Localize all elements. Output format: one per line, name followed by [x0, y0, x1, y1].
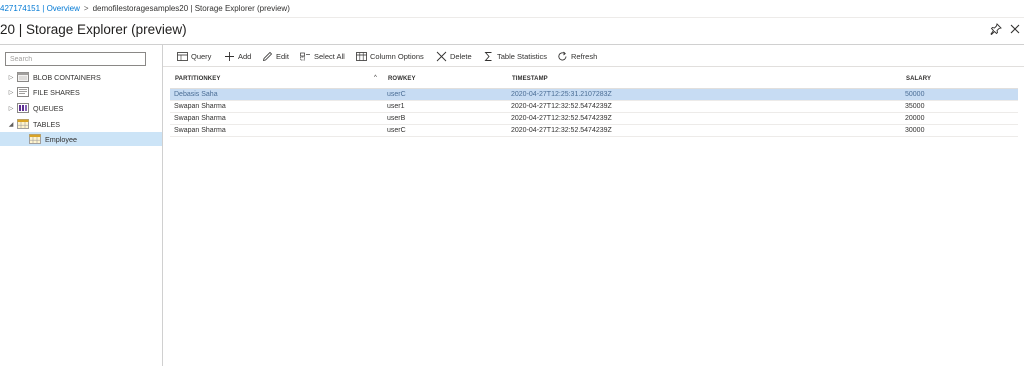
tree-item-label: Employee — [45, 134, 77, 144]
entity-grid: PARTITIONKEY ^ ROWKEY TIMESTAMP SALARY D… — [170, 69, 1018, 137]
cell-rowkey: userB — [387, 115, 406, 122]
cell-rowkey: userC — [387, 91, 406, 98]
add-label: Add — [238, 51, 252, 61]
table-row[interactable]: Swapan Sharma userC 2020-04-27T12:32:52.… — [170, 125, 1018, 137]
expand-arrow-icon[interactable]: ▷ — [6, 89, 16, 96]
table-item-icon — [29, 134, 41, 144]
cell-partitionkey: Swapan Sharma — [174, 127, 226, 134]
sigma-icon — [483, 51, 494, 62]
table-row[interactable]: Debasis Saha userC 2020-04-27T12:25:31.2… — [170, 89, 1018, 101]
queue-icon — [17, 103, 29, 113]
refresh-label: Refresh — [571, 51, 598, 61]
column-options-icon — [356, 51, 367, 62]
tree-item-label: TABLES — [33, 119, 61, 129]
cell-partitionkey: Swapan Sharma — [174, 115, 226, 122]
plus-icon — [224, 51, 235, 62]
breadcrumb-current: demofilestoragesamples20 | Storage Explo… — [92, 4, 290, 13]
cell-timestamp: 2020-04-27T12:32:52.5474239Z — [511, 127, 612, 134]
table-statistics-button[interactable]: Table Statistics — [483, 49, 547, 63]
blade-header: 20 | Storage Explorer (preview) — [0, 17, 1024, 43]
sort-ascending-icon[interactable]: ^ — [374, 75, 377, 81]
cell-rowkey: userC — [387, 127, 406, 134]
edit-label: Edit — [276, 51, 289, 61]
column-header-partitionkey[interactable]: PARTITIONKEY — [175, 76, 220, 82]
cell-rowkey: user1 — [387, 103, 405, 110]
table-editor-panel: Query Add Edit Select All Column Options — [163, 44, 1024, 366]
blob-container-icon — [17, 72, 29, 82]
refresh-button[interactable]: Refresh — [557, 49, 597, 63]
breadcrumb-separator: > — [83, 4, 89, 13]
cell-partitionkey: Swapan Sharma — [174, 103, 226, 110]
delete-x-icon — [436, 51, 447, 62]
table-row[interactable]: Swapan Sharma userB 2020-04-27T12:32:52.… — [170, 113, 1018, 125]
table-statistics-label: Table Statistics — [497, 51, 548, 61]
tree-item-label: BLOB CONTAINERS — [33, 72, 101, 82]
explorer-tree-panel: ▷ BLOB CONTAINERS ▷ FILE SHARES ▷ QUEUES… — [0, 44, 163, 366]
column-header-rowkey[interactable]: ROWKEY — [388, 76, 416, 82]
table-icon — [17, 119, 29, 129]
column-options-label: Column Options — [370, 51, 424, 61]
table-row[interactable]: Swapan Sharma user1 2020-04-27T12:32:52.… — [170, 101, 1018, 113]
tree-item-label: QUEUES — [33, 103, 64, 113]
tree-item-tables[interactable]: ◢ TABLES — [0, 117, 162, 131]
close-icon[interactable] — [1009, 23, 1021, 35]
query-icon — [177, 51, 188, 62]
tree-item-label: FILE SHARES — [33, 87, 80, 97]
edit-button[interactable]: Edit — [262, 49, 289, 63]
grid-header: PARTITIONKEY ^ ROWKEY TIMESTAMP SALARY — [170, 69, 1018, 89]
collapse-arrow-icon[interactable]: ◢ — [6, 121, 16, 128]
pencil-icon — [262, 51, 273, 62]
select-all-icon — [300, 51, 311, 62]
tree-item-file-shares[interactable]: ▷ FILE SHARES — [0, 85, 162, 99]
cell-partitionkey: Debasis Saha — [174, 91, 218, 98]
tree-item-employee[interactable]: Employee — [0, 132, 162, 146]
pin-icon[interactable] — [990, 23, 1002, 36]
breadcrumb-link-overview[interactable]: 427174151 | Overview — [0, 4, 80, 13]
delete-label: Delete — [450, 51, 472, 61]
refresh-icon — [557, 51, 568, 62]
cell-timestamp: 2020-04-27T12:32:52.5474239Z — [511, 103, 612, 110]
query-label: Query — [191, 51, 212, 61]
search-input[interactable] — [5, 52, 146, 66]
page-title: 20 | Storage Explorer (preview) — [0, 22, 187, 37]
delete-button[interactable]: Delete — [436, 49, 472, 63]
cell-timestamp: 2020-04-27T12:25:31.2107283Z — [511, 91, 612, 98]
cell-salary: 20000 — [905, 115, 925, 122]
query-button[interactable]: Query — [177, 49, 211, 63]
cell-salary: 30000 — [905, 127, 925, 134]
expand-arrow-icon[interactable]: ▷ — [6, 105, 16, 112]
cell-salary: 35000 — [905, 103, 925, 110]
file-share-icon — [17, 87, 29, 97]
expand-arrow-icon[interactable]: ▷ — [6, 74, 16, 81]
tree-item-blob-containers[interactable]: ▷ BLOB CONTAINERS — [0, 70, 162, 84]
column-header-timestamp[interactable]: TIMESTAMP — [512, 76, 548, 82]
cell-timestamp: 2020-04-27T12:32:52.5474239Z — [511, 115, 612, 122]
tree-item-queues[interactable]: ▷ QUEUES — [0, 101, 162, 115]
select-all-button[interactable]: Select All — [300, 49, 345, 63]
breadcrumb: 427174151 | Overview > demofilestoragesamp… — [0, 3, 290, 15]
cell-salary: 50000 — [905, 91, 925, 98]
command-bar: Query Add Edit Select All Column Options — [163, 45, 1024, 67]
add-button[interactable]: Add — [224, 49, 251, 63]
column-header-salary[interactable]: SALARY — [906, 76, 931, 82]
column-options-button[interactable]: Column Options — [356, 49, 424, 63]
select-all-label: Select All — [314, 51, 345, 61]
